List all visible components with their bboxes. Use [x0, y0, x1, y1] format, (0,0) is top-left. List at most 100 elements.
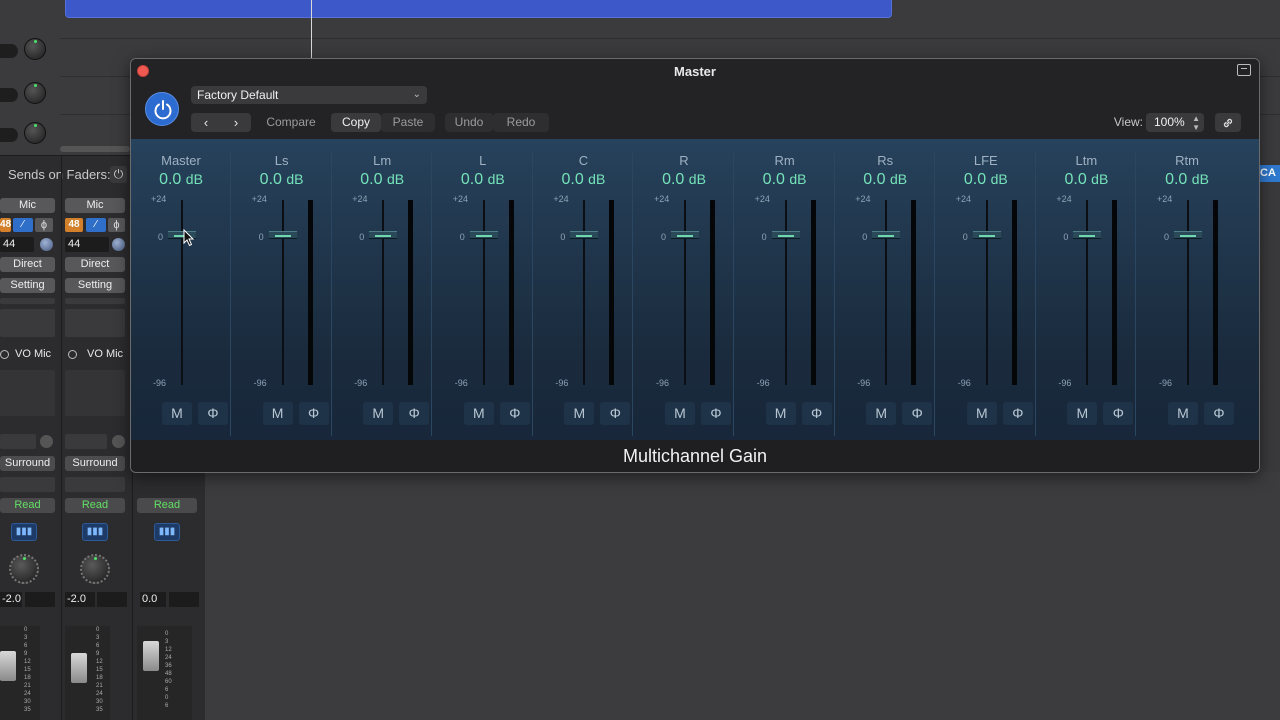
mute-button[interactable]: M	[262, 402, 293, 425]
track-volume-knob[interactable]	[24, 122, 46, 144]
phase-invert-button[interactable]: Φ	[600, 402, 631, 425]
pan-knob[interactable]	[80, 554, 110, 584]
track-toggle[interactable]	[0, 88, 18, 102]
gain-knob[interactable]	[40, 238, 53, 251]
phase-invert-button[interactable]: Φ	[701, 402, 731, 425]
paste-button[interactable]: Paste	[381, 113, 435, 132]
phase-icon[interactable]: ϕ	[108, 218, 125, 232]
insert-slot[interactable]	[0, 309, 55, 337]
audio-region[interactable]	[65, 0, 892, 18]
waveform-icon[interactable]: ▮▮▮	[82, 523, 108, 541]
phase-invert-button[interactable]: Φ	[902, 402, 933, 425]
output-label[interactable]: VO Mic	[15, 348, 51, 360]
phase-invert-button[interactable]: Φ	[1002, 402, 1033, 425]
link-circle-icon[interactable]	[0, 350, 9, 359]
gain-fader-track[interactable]	[684, 200, 686, 385]
gain-fader-track[interactable]	[382, 200, 385, 385]
phase-invert-button[interactable]: Φ	[298, 402, 329, 425]
gain-fader-track[interactable]	[482, 200, 485, 385]
output-label[interactable]: VO Mic	[87, 348, 123, 360]
phase-invert-button[interactable]: Φ	[1103, 402, 1134, 425]
send-knob[interactable]	[40, 435, 53, 448]
detach-window-icon[interactable]	[1237, 64, 1251, 76]
input-button[interactable]: Mic	[0, 198, 55, 213]
mute-button[interactable]: M	[665, 402, 695, 425]
channel-gain-value[interactable]: 0.0 dB	[634, 171, 734, 189]
eq-curve-icon[interactable]: ⁄	[86, 218, 106, 232]
phase-invert-button[interactable]: Φ	[399, 402, 430, 425]
send-knob[interactable]	[112, 435, 125, 448]
channel-gain-value[interactable]: 0.0 dB	[433, 171, 533, 189]
channel-gain-value[interactable]: 0.0 dB	[533, 171, 633, 189]
mute-button[interactable]: M	[1067, 402, 1098, 425]
gain-fader-handle[interactable]	[469, 231, 498, 239]
gain-fader-track[interactable]	[985, 200, 988, 385]
eq-curve-icon[interactable]: ⁄	[13, 218, 33, 232]
preset-dropdown[interactable]: Factory Default ⌄	[191, 86, 427, 104]
channel-gain-value[interactable]: 0.0 dB	[735, 171, 835, 189]
waveform-icon[interactable]: ▮▮▮	[154, 523, 180, 541]
channel-gain-value[interactable]: 0.0 dB	[835, 171, 935, 189]
gain-knob[interactable]	[112, 238, 125, 251]
mute-button[interactable]: M	[966, 402, 997, 425]
channel-gain-value[interactable]: 0.0 dB	[1036, 171, 1136, 189]
volume-fader[interactable]	[143, 641, 159, 671]
phase-icon[interactable]: ϕ	[35, 218, 53, 232]
pan-mode-button[interactable]: Surround	[65, 456, 125, 471]
gain-fader-track[interactable]	[1187, 200, 1189, 385]
automation-button[interactable]: Read	[137, 498, 197, 513]
volume-field[interactable]: 0.0	[140, 592, 166, 607]
mute-button[interactable]: M	[765, 402, 796, 425]
track-toggle[interactable]	[0, 44, 18, 58]
playhead[interactable]	[311, 0, 312, 62]
edge-badge[interactable]: CA	[1258, 165, 1280, 182]
pan-mode-button[interactable]: Surround	[0, 456, 55, 471]
phase-invert-button[interactable]: Φ	[499, 402, 530, 425]
volume-field[interactable]: -2.0	[65, 592, 95, 607]
mode-button[interactable]: Direct	[0, 257, 55, 272]
insert-slot[interactable]	[65, 309, 125, 337]
volume-fader[interactable]	[0, 651, 16, 681]
undo-button[interactable]: Undo	[445, 113, 493, 132]
gain-fader-track[interactable]	[885, 200, 888, 385]
track-volume-knob[interactable]	[24, 38, 46, 60]
link-button[interactable]	[1215, 113, 1241, 132]
compare-button[interactable]: Compare	[259, 113, 323, 132]
empty-slot[interactable]	[0, 298, 55, 304]
setting-button[interactable]: Setting	[65, 278, 125, 293]
channel-gain-value[interactable]: 0.0 dB	[936, 171, 1036, 189]
gain-field[interactable]: 44	[65, 237, 109, 252]
automation-button[interactable]: Read	[0, 498, 55, 513]
gain-fader-track[interactable]	[583, 200, 586, 385]
gain-fader-track[interactable]	[281, 200, 284, 385]
gain-fader-handle[interactable]	[972, 231, 1001, 239]
slot[interactable]	[0, 434, 36, 449]
window-titlebar[interactable]: Master	[131, 59, 1259, 83]
mode-button[interactable]: Direct	[65, 257, 125, 272]
gain-fader-handle[interactable]	[268, 231, 297, 239]
gain-fader-handle[interactable]	[1174, 231, 1202, 239]
channel-gain-value[interactable]: 0.0 dB	[131, 171, 231, 189]
channel-gain-value[interactable]: 0.0 dB	[332, 171, 432, 189]
gain-fader-handle[interactable]	[1073, 231, 1102, 239]
gain-field[interactable]: 44	[0, 237, 34, 252]
mute-button[interactable]: M	[866, 402, 897, 425]
gain-fader-handle[interactable]	[671, 231, 699, 239]
empty-slot[interactable]	[65, 298, 125, 304]
format-badge[interactable]: 48	[0, 218, 11, 232]
volume-field[interactable]: -2.0	[0, 592, 22, 607]
gain-fader-handle[interactable]	[369, 231, 398, 239]
mute-button[interactable]: M	[463, 402, 494, 425]
pan-knob[interactable]	[9, 554, 39, 584]
view-zoom-select[interactable]: 100% ▲ ▼	[1146, 113, 1204, 132]
format-badge[interactable]: 48	[65, 218, 83, 232]
power-icon[interactable]: ⏻	[110, 166, 127, 183]
mute-button[interactable]: M	[1168, 402, 1198, 425]
slot[interactable]	[65, 477, 125, 492]
channel-gain-value[interactable]: 0.0 dB	[232, 171, 332, 189]
slot[interactable]	[65, 434, 107, 449]
phase-invert-button[interactable]: Φ	[1204, 402, 1234, 425]
track-header[interactable]	[0, 82, 60, 122]
redo-button[interactable]: Redo	[493, 113, 549, 132]
gain-fader-handle[interactable]	[570, 231, 599, 239]
